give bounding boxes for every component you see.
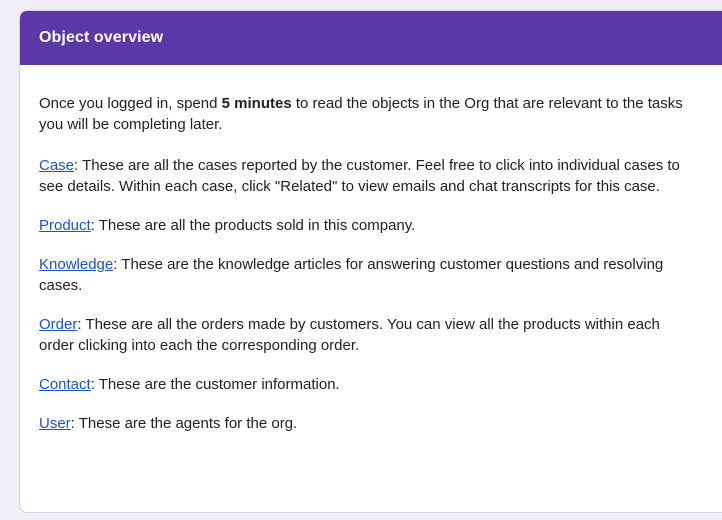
knowledge-description: : These are the knowledge articles for a… [39,256,664,294]
object-overview-card: Object overview Once you logged in, spen… [19,10,722,513]
order-link[interactable]: Order [39,316,77,333]
order-description: : These are all the orders made by custo… [39,316,660,354]
object-item-contact: Contact: These are the customer informat… [39,374,689,395]
object-item-user: User: These are the agents for the org. [39,413,689,434]
product-link[interactable]: Product [39,217,91,234]
card-body: Once you logged in, spend 5 minutes to r… [20,65,722,434]
knowledge-link[interactable]: Knowledge [39,256,113,273]
intro-text-before: Once you logged in, spend [39,95,222,112]
intro-paragraph: Once you logged in, spend 5 minutes to r… [39,93,689,135]
case-description: : These are all the cases reported by th… [39,157,680,195]
case-link[interactable]: Case [39,157,74,174]
contact-description: : These are the customer information. [90,376,340,393]
product-description: : These are all the products sold in thi… [90,217,416,234]
object-item-case: Case: These are all the cases reported b… [39,155,689,197]
object-item-product: Product: These are all the products sold… [39,215,689,236]
user-link[interactable]: User [39,415,71,432]
object-item-knowledge: Knowledge: These are the knowledge artic… [39,254,689,296]
user-description: : These are the agents for the org. [70,415,298,432]
card-title: Object overview [39,29,164,46]
intro-emphasis: 5 minutes [221,95,292,112]
card-header: Object overview [20,11,722,65]
object-item-order: Order: These are all the orders made by … [39,314,689,356]
contact-link[interactable]: Contact [39,376,91,393]
